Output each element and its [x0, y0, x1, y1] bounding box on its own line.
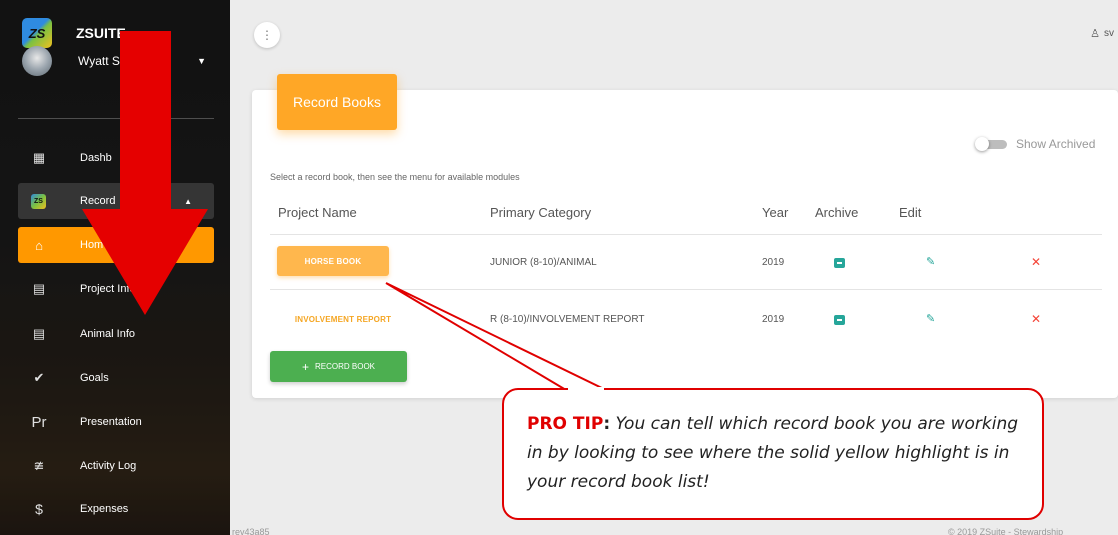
card-title: Record Books [277, 74, 397, 130]
record-book-involvement-report[interactable]: INVOLVEMENT REPORT [287, 304, 399, 334]
pencil-icon[interactable]: ✎ [926, 255, 935, 268]
sidebar: ZS ZSUITE Wyatt S ▼ ▦ Dashb ZS Record ▲ … [0, 0, 230, 535]
sidebar-item-project-info[interactable]: ▤ Project Info [18, 271, 214, 307]
home-icon: ⌂ [35, 237, 43, 253]
sidebar-item-label: Dashb [80, 152, 112, 164]
column-header-year: Year [762, 205, 789, 220]
sidebar-item-presentation[interactable]: Pr Presentation [18, 404, 214, 440]
sidebar-item-record-books[interactable]: ZS Record ▲ [18, 183, 214, 219]
sidebar-item-label: Goals [80, 372, 109, 384]
row-year: 2019 [762, 314, 785, 325]
close-icon[interactable]: ✕ [1031, 255, 1041, 269]
more-vertical-icon: ⋮ [261, 28, 273, 42]
footer-revision: rev43a85 [232, 527, 270, 535]
sidebar-divider [18, 118, 214, 119]
show-archived-label: Show Archived [1016, 137, 1096, 151]
brand-name: ZSUITE [76, 25, 126, 41]
activity-icon: ≇ [33, 458, 45, 473]
row-category: R (8-10)/INVOLVEMENT REPORT [490, 314, 645, 325]
record-book-horse-book[interactable]: HORSE BOOK [277, 246, 389, 276]
show-archived-toggle[interactable] [975, 137, 1009, 151]
table-divider [270, 234, 1102, 235]
archive-icon[interactable] [834, 315, 845, 325]
footer-copyright: © 2019 ZSuite - Stewardship [948, 527, 1064, 535]
pro-tip-colon: : [603, 414, 611, 434]
plus-icon: + [301, 359, 309, 374]
table-divider [270, 289, 1102, 290]
table-icon: ▤ [32, 281, 46, 296]
sidebar-item-label: Hom [80, 239, 104, 251]
check-circle-icon: ✔ [33, 370, 45, 385]
sidebar-item-label: Project Info [80, 283, 136, 295]
toggle-knob [975, 137, 989, 151]
top-user-name: sv [1104, 28, 1114, 39]
sidebar-item-label: Record [80, 195, 116, 207]
archive-icon[interactable] [834, 258, 845, 268]
instruction-text: Select a record book, then see the menu … [270, 172, 520, 182]
sidebar-item-label: Presentation [80, 416, 142, 428]
person-icon: ♙ [1090, 28, 1100, 40]
pro-tip-callout: PRO TIP: You can tell which record book … [502, 388, 1044, 520]
column-header-project-name: Project Name [278, 205, 357, 220]
sidebar-item-dashboard[interactable]: ▦ Dashb [18, 140, 214, 176]
close-icon[interactable]: ✕ [1031, 312, 1041, 326]
zsuite-logo-icon: ZS [31, 193, 46, 209]
row-year: 2019 [762, 257, 785, 268]
column-header-primary-category: Primary Category [490, 205, 592, 220]
user-name: Wyatt S [78, 54, 120, 68]
pencil-icon[interactable]: ✎ [926, 312, 935, 325]
top-user-menu[interactable]: ♙ sv [1090, 27, 1114, 40]
sidebar-item-activity-log[interactable]: ≇ Activity Log [18, 448, 214, 484]
caret-down-icon: ▼ [197, 56, 206, 66]
zsuite-logo: ZS [22, 18, 52, 48]
column-header-archive: Archive [815, 205, 859, 220]
column-header-edit: Edit [899, 205, 922, 220]
row-category: JUNIOR (8-10)/ANIMAL [490, 257, 597, 268]
brand[interactable]: ZS ZSUITE [22, 18, 126, 48]
sidebar-item-animal-info[interactable]: ▤ Animal Info [18, 316, 214, 352]
sidebar-item-goals[interactable]: ✔ Goals [18, 360, 214, 396]
dollar-icon: $ [35, 501, 43, 517]
table-icon: ▤ [32, 326, 46, 341]
add-record-book-button[interactable]: + RECORD BOOK [270, 351, 407, 382]
avatar [22, 46, 52, 76]
menu-button[interactable]: ⋮ [254, 22, 280, 48]
sidebar-item-expenses[interactable]: $ Expenses [18, 491, 214, 527]
user-menu[interactable]: Wyatt S ▼ [22, 46, 212, 76]
sidebar-item-label: Activity Log [80, 460, 137, 472]
sidebar-item-home[interactable]: ⌂ Hom [18, 227, 214, 263]
caret-up-icon: ▲ [184, 196, 192, 206]
add-record-book-label: RECORD BOOK [315, 362, 376, 371]
sidebar-item-label: Animal Info [80, 328, 136, 340]
dashboard-icon: ▦ [32, 150, 46, 165]
pro-tip-title: PRO TIP [527, 414, 604, 434]
presentation-icon: Pr [31, 413, 47, 431]
sidebar-item-label: Expenses [80, 503, 129, 515]
